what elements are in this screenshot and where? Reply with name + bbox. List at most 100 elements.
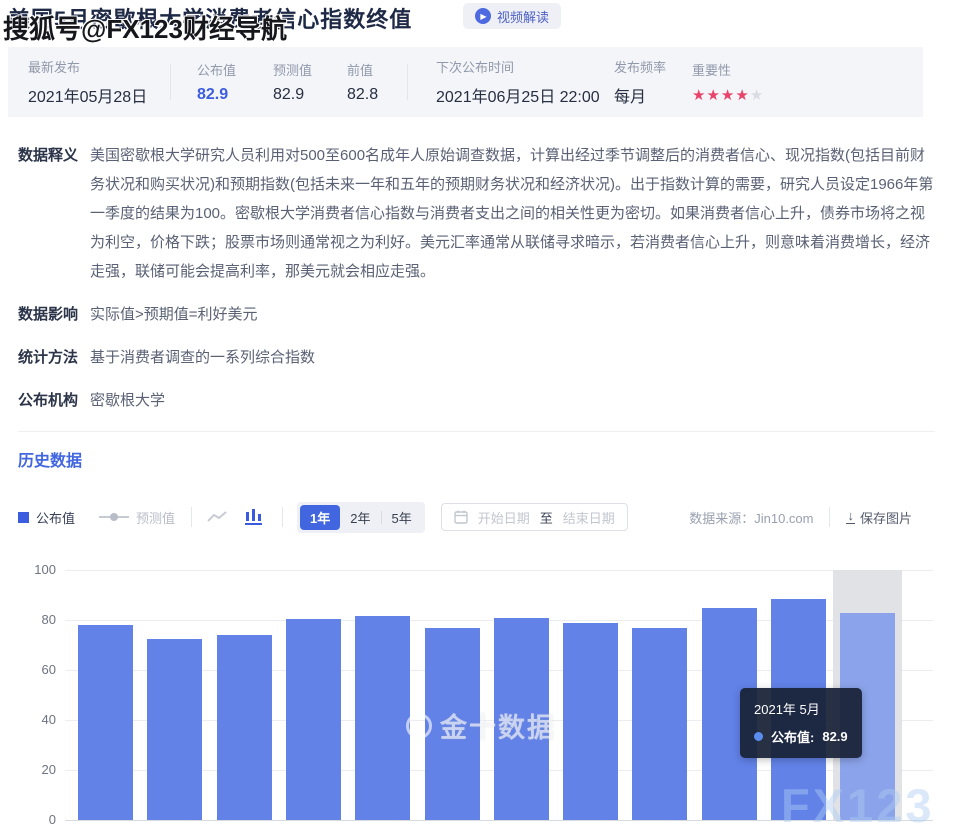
legend-forecast-label: 预测值 [136,508,175,527]
chart-bar[interactable] [563,623,618,821]
latest-release: 最新发布 2021年05月28日 [28,57,166,107]
end-date-input[interactable]: 结束日期 [563,508,615,527]
def-content: 实际值>预期值=利好美元 [90,300,935,329]
bar-chart-toggle[interactable] [244,508,264,526]
star-icon: ★ [750,87,763,104]
next-release-label: 下次公布时间 [436,57,588,76]
published-value: 公布值 82.9 [197,60,243,104]
release-frequency-label: 发布频率 [614,57,664,76]
release-frequency: 发布频率 每月 [614,57,664,107]
legend-linedot-icon [99,513,129,521]
divider [407,64,408,100]
line-chart-toggle[interactable] [206,509,228,525]
fx123-watermark: FX123 [781,778,934,826]
chart-bar[interactable] [632,628,687,820]
jin10-watermark: 金十数据 [406,706,556,745]
video-explain-label: 视频解读 [497,7,549,26]
y-axis-label: 40 [16,712,56,728]
period-5y-button[interactable]: 5年 [382,505,422,530]
definitions: 数据释义 美国密歇根大学研究人员利用对500至600名成年人原始调查数据，计算出… [18,141,954,415]
legend-forecast[interactable]: 预测值 [99,508,175,527]
save-image-button[interactable]: ↓ 保存图片 [846,508,912,527]
chart-bar[interactable] [217,635,272,820]
header: 美国5月密歇根大学消费者信心指数终值 搜狐号@FX123财经导航 ▶ 视频解读 [0,0,954,42]
def-label: 统计方法 [18,343,90,372]
divider [829,507,830,527]
tooltip-value-row: 公布值: 82.9 [754,727,848,746]
jin10-watermark-text: 金十数据 [440,706,556,745]
star-icon: ★ [706,87,719,104]
date-range-picker[interactable]: 开始日期 至 结束日期 [441,503,628,531]
forecast-value: 预测值 82.9 [273,60,319,104]
chart-bar[interactable] [286,619,341,820]
def-label: 数据释义 [18,141,90,286]
play-icon: ▶ [475,8,491,24]
chart-bar[interactable] [147,639,202,820]
download-icon: ↓ [846,510,855,524]
def-row-explanation: 数据释义 美国密歇根大学研究人员利用对500至600名成年人原始调查数据，计算出… [18,141,954,286]
latest-release-value: 2021年05月28日 [28,83,166,107]
importance: 重要性 ★★★★★ [692,60,764,105]
jin10-logo-icon [406,713,432,739]
bar-chart-icon [244,508,264,526]
previous-value: 前值 82.8 [347,60,389,104]
chart-tooltip: 2021年 5月 公布值: 82.9 [740,688,862,758]
chart-bar[interactable] [78,625,133,820]
line-chart-icon [206,509,228,525]
history-data-heading: 历史数据 [18,447,954,471]
y-gridline [65,570,933,571]
star-icon: ★ [721,87,734,104]
legend-published[interactable]: 公布值 [18,508,75,527]
next-release-time: 下次公布时间 2021年06月25日 22:00 [436,57,588,107]
period-2y-button[interactable]: 2年 [340,505,380,530]
calendar-icon [454,510,468,524]
def-label: 公布机构 [18,386,90,415]
video-explain-button[interactable]: ▶ 视频解读 [463,3,561,29]
forecast-value-number: 82.9 [273,86,319,104]
y-axis-label: 80 [16,612,56,628]
chart-controls: 公布值 预测值 1年 2年 5年 [18,502,954,532]
def-content: 美国密歇根大学研究人员利用对500至600名成年人原始调查数据，计算出经过季节调… [90,141,935,286]
divider [191,507,192,527]
y-axis-label: 100 [16,562,56,578]
section-divider [18,431,935,432]
def-row-institution: 公布机构 密歇根大学 [18,386,954,415]
next-release-value: 2021年06月25日 22:00 [436,83,588,107]
tooltip-series-label: 公布值: [771,727,814,746]
importance-stars: ★★★★★ [692,86,764,105]
divider [170,64,171,100]
previous-value-number: 82.8 [347,86,389,104]
published-value-label: 公布值 [197,60,243,79]
published-value-number: 82.9 [197,86,243,104]
def-label: 数据影响 [18,300,90,329]
star-icon: ★ [735,87,748,104]
def-row-method: 统计方法 基于消费者调查的一系列综合指数 [18,343,954,372]
page: 美国5月密歇根大学消费者信心指数终值 搜狐号@FX123财经导航 ▶ 视频解读 … [0,0,954,826]
chart-bar[interactable] [355,616,410,821]
star-icon: ★ [692,87,705,104]
tooltip-value: 82.9 [822,729,847,744]
period-selector: 1年 2年 5年 [297,502,425,533]
importance-label: 重要性 [692,60,764,79]
legend-square-icon [18,512,29,523]
y-axis-label: 20 [16,762,56,778]
save-image-label: 保存图片 [860,508,912,527]
divider [282,507,283,527]
tooltip-date: 2021年 5月 [754,699,848,718]
start-date-input[interactable]: 开始日期 [478,508,530,527]
forecast-value-label: 预测值 [273,60,319,79]
date-range-separator: 至 [540,508,553,527]
latest-release-label: 最新发布 [28,57,166,76]
period-1y-button[interactable]: 1年 [300,505,340,530]
def-content: 密歇根大学 [90,386,935,415]
def-content: 基于消费者调查的一系列综合指数 [90,343,935,372]
data-source: 数据来源：Jin10.com [689,508,813,527]
y-axis-label: 0 [16,812,56,826]
summary-bar: 最新发布 2021年05月28日 公布值 82.9 预测值 82.9 前值 82… [8,47,923,117]
def-row-impact: 数据影响 实际值>预期值=利好美元 [18,300,954,329]
release-frequency-value: 每月 [614,83,664,107]
y-axis-label: 60 [16,662,56,678]
sohu-watermark: 搜狐号@FX123财经导航 [3,9,287,46]
legend-published-label: 公布值 [36,508,75,527]
history-chart: 1008060402002021年 4月2021年 2月2020年 12月202… [0,556,954,826]
